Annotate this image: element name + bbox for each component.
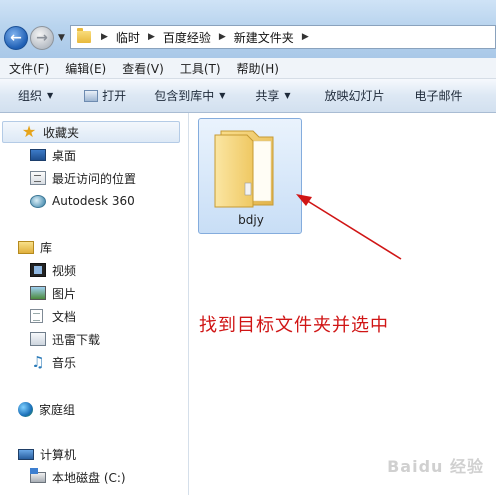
video-icon bbox=[30, 263, 46, 277]
annotation-text: 找到目标文件夹并选中 bbox=[199, 315, 389, 336]
email-label: 电子邮件 bbox=[414, 89, 463, 103]
menu-file[interactable]: 文件(F) bbox=[0, 60, 56, 77]
desktop-icon bbox=[30, 149, 46, 161]
menu-tools[interactable]: 工具(T) bbox=[171, 60, 228, 77]
open-label: 打开 bbox=[102, 89, 127, 103]
nav-item-local-disk[interactable]: 本地磁盘 (C:) bbox=[30, 466, 126, 488]
chevron-right-icon[interactable]: ▶ bbox=[302, 32, 309, 42]
watermark: Baidu 经验 bbox=[387, 457, 484, 476]
nav-label: 家庭组 bbox=[39, 402, 76, 417]
nav-label: 音乐 bbox=[52, 355, 77, 370]
document-icon bbox=[30, 309, 43, 323]
slideshow-label: 放映幻灯片 bbox=[324, 89, 385, 103]
folder-icon bbox=[77, 28, 91, 43]
chevron-down-icon: ▼ bbox=[219, 91, 226, 100]
email-button[interactable]: 电子邮件 bbox=[415, 79, 463, 112]
nav-label: 最近访问的位置 bbox=[52, 171, 137, 186]
nav-label: 库 bbox=[40, 240, 53, 255]
nav-item-desktop[interactable]: 桌面 bbox=[30, 144, 76, 166]
nav-item-recent[interactable]: 最近访问的位置 bbox=[30, 167, 136, 189]
recent-places-icon bbox=[30, 171, 46, 185]
menu-view[interactable]: 查看(V) bbox=[113, 60, 171, 77]
open-button[interactable]: 打开 bbox=[84, 79, 126, 112]
star-icon: ★ bbox=[21, 122, 37, 141]
nav-item-computer[interactable]: 计算机 bbox=[18, 443, 76, 465]
share-label: 共享 bbox=[255, 89, 280, 103]
nav-item-music[interactable]: ♫ 音乐 bbox=[30, 351, 76, 373]
homegroup-icon bbox=[18, 401, 33, 417]
nav-label: 本地磁盘 (C:) bbox=[52, 470, 126, 485]
command-bar: 组织 ▼ 打开 包含到库中 ▼ 共享 ▼ 放映幻灯片 电子邮件 bbox=[0, 79, 496, 113]
nav-item-thunder[interactable]: 迅雷下载 bbox=[30, 328, 100, 350]
menu-edit[interactable]: 编辑(E) bbox=[56, 60, 113, 77]
nav-item-documents[interactable]: 文档 bbox=[30, 305, 76, 327]
nav-label: 图片 bbox=[52, 286, 77, 301]
folder-icon bbox=[214, 130, 274, 208]
nav-label: 文档 bbox=[52, 309, 77, 324]
slideshow-button[interactable]: 放映幻灯片 bbox=[325, 79, 385, 112]
nav-item-autodesk[interactable]: Autodesk 360 bbox=[30, 190, 135, 212]
back-button[interactable]: ← bbox=[4, 26, 28, 50]
nav-item-library[interactable]: 库 bbox=[18, 236, 52, 258]
disk-icon bbox=[30, 467, 46, 483]
include-library-label: 包含到库中 bbox=[154, 89, 215, 103]
breadcrumb-item-temp[interactable]: 临时 bbox=[116, 29, 140, 46]
nav-item-favorites[interactable]: ★ 收藏夹 bbox=[2, 121, 180, 143]
organize-button[interactable]: 组织 ▼ bbox=[18, 79, 53, 112]
chevron-right-icon[interactable]: ▶ bbox=[219, 32, 226, 42]
share-button[interactable]: 共享 ▼ bbox=[255, 79, 290, 112]
nav-item-videos[interactable]: 视频 bbox=[30, 259, 76, 281]
nav-label: Autodesk 360 bbox=[52, 194, 135, 208]
nav-item-homegroup[interactable]: 家庭组 bbox=[18, 398, 75, 420]
breadcrumb-item-baidu[interactable]: 百度经验 bbox=[163, 29, 211, 46]
chevron-down-icon: ▼ bbox=[284, 91, 291, 100]
address-bar[interactable]: ▶ 临时 ▶ 百度经验 ▶ 新建文件夹 ▶ bbox=[70, 25, 496, 49]
chevron-right-icon[interactable]: ▶ bbox=[148, 32, 155, 42]
file-list: bdjy 找到目标文件夹并选中 bbox=[189, 113, 496, 495]
nav-item-pictures[interactable]: 图片 bbox=[30, 282, 76, 304]
menu-bar: 文件(F) 编辑(E) 查看(V) 工具(T) 帮助(H) bbox=[0, 58, 496, 79]
download-folder-icon bbox=[30, 332, 46, 346]
forward-button[interactable]: → bbox=[30, 26, 54, 50]
folder-item-selected[interactable]: bdjy bbox=[198, 118, 302, 234]
music-note-icon: ♫ bbox=[31, 353, 45, 371]
recent-pages-dropdown-icon[interactable]: ▼ bbox=[58, 33, 65, 43]
open-icon bbox=[84, 89, 99, 102]
library-icon bbox=[18, 240, 34, 254]
breadcrumb-item-newfolder[interactable]: 新建文件夹 bbox=[234, 29, 294, 46]
chevron-down-icon: ▼ bbox=[47, 91, 54, 100]
nav-label: 计算机 bbox=[40, 447, 77, 462]
autodesk-icon bbox=[30, 194, 46, 208]
computer-icon bbox=[18, 448, 34, 460]
nav-label: 视频 bbox=[52, 263, 77, 278]
nav-label: 收藏夹 bbox=[43, 125, 80, 140]
folder-name: bdjy bbox=[238, 213, 264, 227]
title-bar: ← → ▼ ▶ 临时 ▶ 百度经验 ▶ 新建文件夹 ▶ bbox=[0, 0, 496, 58]
navigation-pane: ★ 收藏夹 桌面 最近访问的位置 Autodesk 360 库 视频 图片 文档… bbox=[0, 113, 189, 495]
nav-label: 迅雷下载 bbox=[52, 332, 101, 347]
menu-help[interactable]: 帮助(H) bbox=[228, 60, 286, 77]
nav-label: 桌面 bbox=[52, 148, 77, 163]
breadcrumb: ▶ 临时 ▶ 百度经验 ▶ 新建文件夹 ▶ bbox=[97, 29, 317, 46]
picture-icon bbox=[30, 286, 46, 300]
include-library-button[interactable]: 包含到库中 ▼ bbox=[154, 79, 225, 112]
chevron-right-icon[interactable]: ▶ bbox=[101, 32, 108, 42]
organize-label: 组织 bbox=[18, 89, 43, 103]
